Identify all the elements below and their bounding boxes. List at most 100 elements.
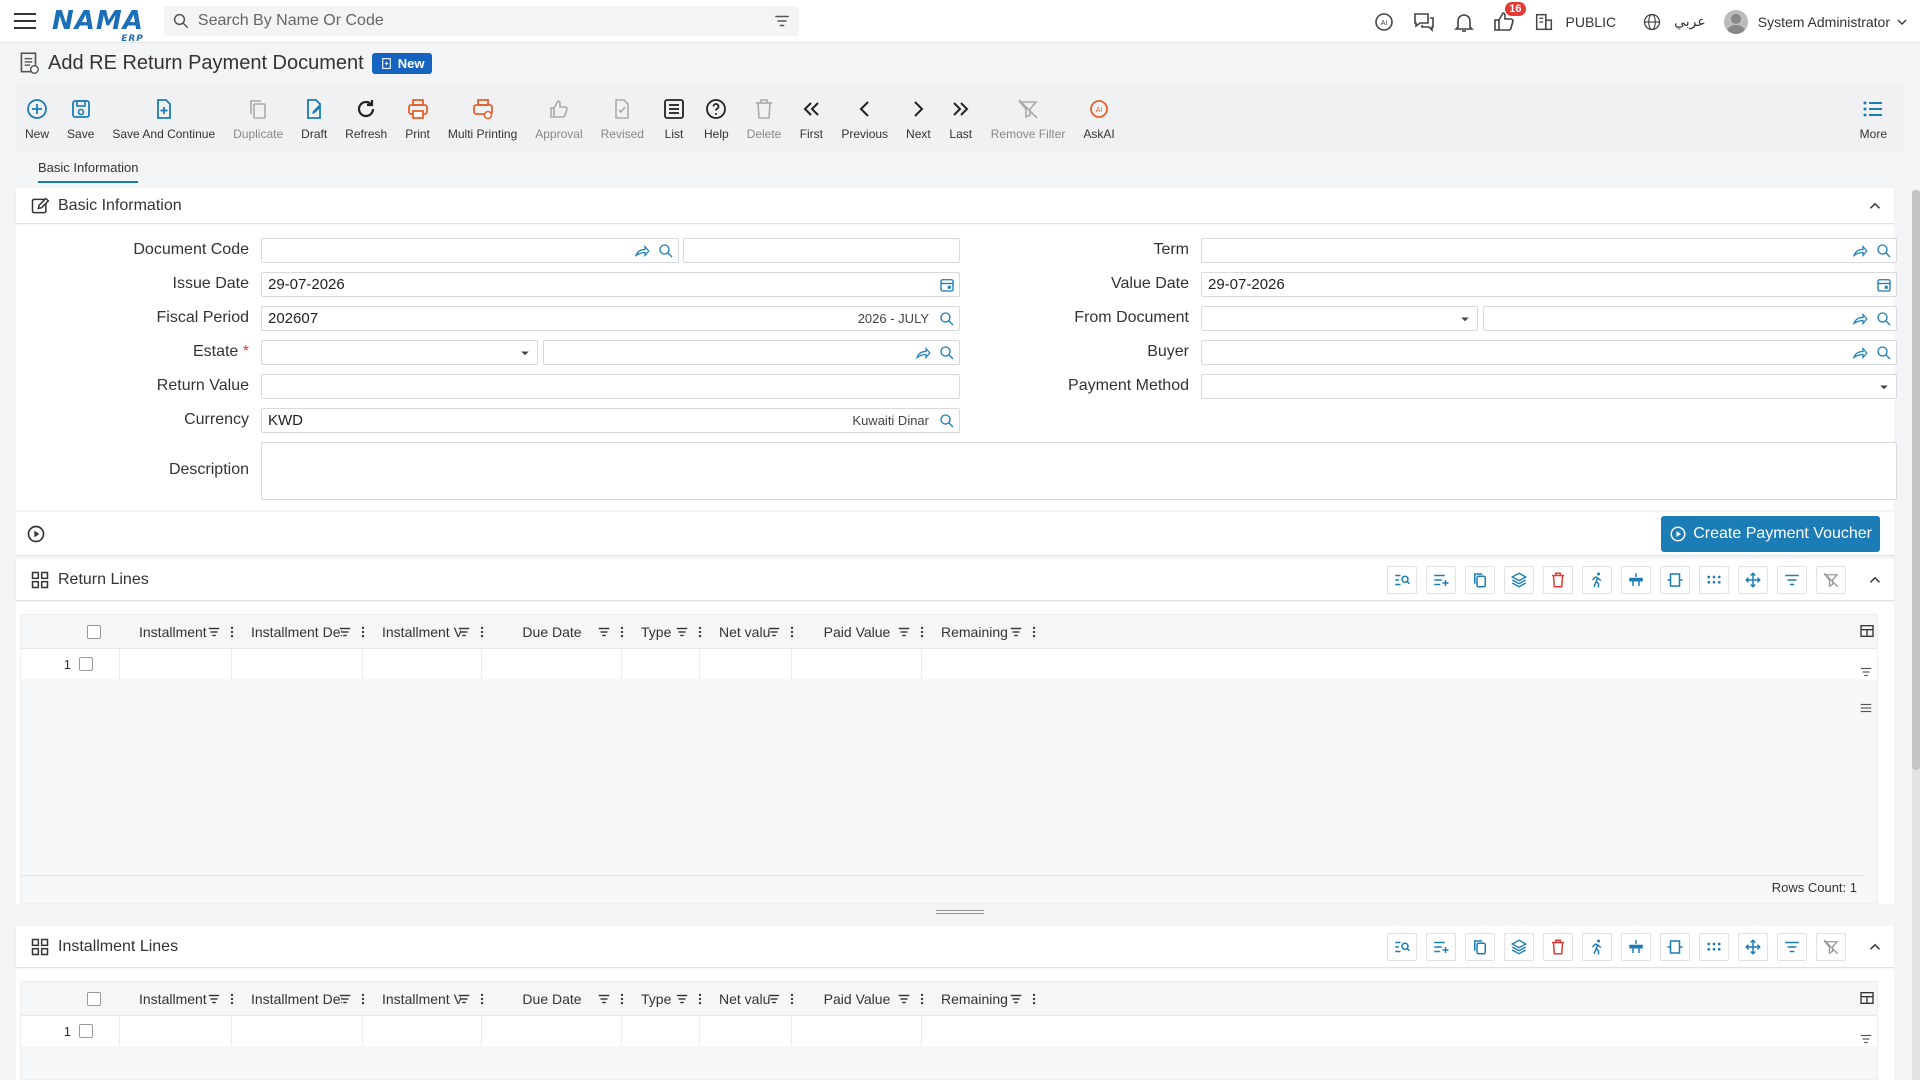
play-circle-icon[interactable] <box>26 524 46 544</box>
share-icon[interactable] <box>1851 310 1869 328</box>
filter-icon[interactable] <box>457 992 471 1006</box>
dots-grid-button[interactable] <box>1699 566 1729 594</box>
kebab-icon[interactable] <box>617 625 627 639</box>
payment-method-select[interactable] <box>1201 374 1897 399</box>
column-layout-icon[interactable] <box>1859 623 1875 639</box>
thumbs-up-icon[interactable]: 16 <box>1490 1 1526 36</box>
kebab-icon[interactable] <box>477 625 487 639</box>
add-row-button[interactable] <box>1426 566 1456 594</box>
search-icon[interactable] <box>657 242 675 260</box>
filter-icon[interactable] <box>773 12 791 30</box>
table-cell[interactable] <box>921 649 1033 679</box>
table-cell[interactable] <box>621 1016 699 1046</box>
estate-select[interactable] <box>261 340 538 365</box>
nama-logo[interactable]: NAMA ERP <box>52 6 144 44</box>
move-button[interactable] <box>1738 933 1768 961</box>
currency-field[interactable]: KWD Kuwaiti Dinar <box>261 408 960 433</box>
table-cell[interactable] <box>921 1016 1033 1046</box>
page-scrollbar[interactable] <box>1912 190 1920 1080</box>
search-icon[interactable] <box>1875 242 1893 260</box>
filter-icon[interactable] <box>767 992 781 1006</box>
filter-icon[interactable] <box>1009 992 1023 1006</box>
search-icon[interactable] <box>1875 310 1893 328</box>
column-header[interactable]: Net value <box>711 615 803 648</box>
column-layout-icon[interactable] <box>1859 990 1875 1006</box>
tab-basic-information[interactable]: Basic Information <box>38 160 139 183</box>
column-header[interactable]: Remaining <box>933 615 1045 648</box>
kebab-icon[interactable] <box>358 625 368 639</box>
copy-row-button[interactable] <box>1465 566 1495 594</box>
first-button[interactable]: First <box>790 86 832 152</box>
add-row-button[interactable] <box>1426 933 1456 961</box>
resize-handle[interactable] <box>936 910 984 914</box>
column-header[interactable]: Paid Value <box>803 982 933 1015</box>
document-code-field[interactable] <box>261 238 679 263</box>
table-cell[interactable] <box>481 1016 621 1046</box>
column-header[interactable]: Installment Co <box>131 615 243 648</box>
filter-icon[interactable] <box>1859 1032 1873 1046</box>
askai-button[interactable]: AI AskAI <box>1074 86 1123 152</box>
next-button[interactable]: Next <box>897 86 940 152</box>
column-header[interactable]: Remaining <box>933 982 1045 1015</box>
search-input[interactable] <box>197 12 773 30</box>
revised-button[interactable]: Revised <box>592 86 653 152</box>
issue-date-field[interactable]: 29-07-2026 <box>261 272 960 297</box>
filter-icon[interactable] <box>1859 665 1873 679</box>
estate-name-field[interactable] <box>543 340 960 365</box>
from-document-select[interactable] <box>1201 306 1478 331</box>
table-insert-button[interactable] <box>1621 566 1651 594</box>
search-columns-button[interactable] <box>1387 566 1417 594</box>
menu-icon[interactable] <box>14 13 36 29</box>
share-icon[interactable] <box>1851 344 1869 362</box>
column-header[interactable]: Installment Co <box>131 982 243 1015</box>
row-checkbox[interactable] <box>79 657 93 671</box>
row-checkbox[interactable] <box>79 1024 93 1038</box>
search-icon[interactable] <box>938 412 956 430</box>
share-icon[interactable] <box>914 344 932 362</box>
table-row[interactable]: 1 <box>21 649 1877 679</box>
column-header[interactable]: Net value <box>711 982 803 1015</box>
branch-selector[interactable]: PUBLIC <box>1566 14 1617 30</box>
help-button[interactable]: Help <box>695 86 738 152</box>
filter-icon[interactable] <box>338 625 352 639</box>
scrollbar-thumb[interactable] <box>1912 190 1920 770</box>
previous-button[interactable]: Previous <box>832 86 897 152</box>
filter-button[interactable] <box>1777 933 1807 961</box>
filter-button[interactable] <box>1777 566 1807 594</box>
kebab-icon[interactable] <box>477 992 487 1006</box>
filter-icon[interactable] <box>207 625 221 639</box>
language-switch[interactable]: عربي <box>1674 13 1706 30</box>
new-button[interactable]: New <box>16 86 58 152</box>
dots-grid-button[interactable] <box>1699 933 1729 961</box>
kebab-icon[interactable] <box>1029 625 1039 639</box>
filter-off-button[interactable] <box>1816 566 1846 594</box>
column-header[interactable]: Type <box>633 982 711 1015</box>
kebab-icon[interactable] <box>787 992 797 1006</box>
save-and-continue-button[interactable]: Save And Continue <box>103 86 224 152</box>
term-field[interactable] <box>1201 238 1897 263</box>
table-insert-button[interactable] <box>1621 933 1651 961</box>
filter-icon[interactable] <box>897 992 911 1006</box>
kebab-icon[interactable] <box>917 992 927 1006</box>
column-header[interactable]: Installment Des <box>243 615 374 648</box>
run-button[interactable] <box>1582 566 1612 594</box>
table-row[interactable]: 1 <box>21 1016 1877 1046</box>
fiscal-period-field[interactable]: 202607 2026 - JULY <box>261 306 960 331</box>
run-button[interactable] <box>1582 933 1612 961</box>
filter-icon[interactable] <box>1009 625 1023 639</box>
column-header[interactable]: Due Date <box>493 615 633 648</box>
table-cell[interactable] <box>481 649 621 679</box>
table-cell[interactable] <box>119 649 231 679</box>
chat-icon[interactable] <box>1410 8 1438 36</box>
table-cell[interactable] <box>362 1016 481 1046</box>
more-button[interactable]: More <box>1851 86 1896 152</box>
kebab-icon[interactable] <box>358 992 368 1006</box>
kebab-icon[interactable] <box>695 625 705 639</box>
filter-icon[interactable] <box>597 992 611 1006</box>
globe-icon[interactable] <box>1638 8 1666 36</box>
search-icon[interactable] <box>1875 344 1893 362</box>
table-cell[interactable] <box>231 649 362 679</box>
column-header[interactable]: Type <box>633 615 711 648</box>
last-button[interactable]: Last <box>940 86 982 152</box>
calendar-icon[interactable] <box>938 276 956 294</box>
